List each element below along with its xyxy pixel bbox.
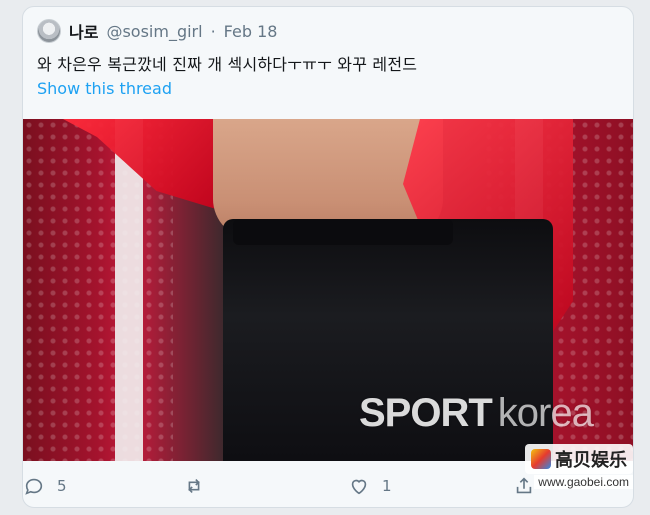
like-count: 1 [382, 477, 392, 495]
author-handle[interactable]: @sosim_girl [106, 22, 202, 41]
watermark-light: korea [497, 391, 594, 435]
like-icon [351, 479, 367, 495]
site-overlay-badge: 高贝娱乐 www.gaobei.com [525, 444, 633, 489]
tweet-media-image[interactable]: SPORT korea [23, 119, 633, 461]
reply-icon [25, 478, 43, 495]
like-button[interactable]: 1 [348, 471, 392, 501]
show-thread-link[interactable]: Show this thread [37, 79, 172, 98]
separator: · [210, 21, 216, 41]
watermark-bold: SPORT [359, 391, 493, 435]
tweet-card[interactable]: 나로 @sosim_girl · Feb 18 와 차은우 복근깠네 진짜 개 … [22, 6, 634, 508]
avatar[interactable] [37, 19, 61, 43]
media-watermark: SPORT korea [359, 391, 594, 436]
reply-count: 5 [57, 477, 67, 495]
badge-logo: 高贝娱乐 [525, 444, 633, 474]
tweet-header: 나로 @sosim_girl · Feb 18 [37, 19, 277, 43]
tweet-date[interactable]: Feb 18 [224, 22, 278, 41]
badge-url: www.gaobei.com [534, 475, 633, 489]
retweet-icon [188, 478, 200, 494]
author-name[interactable]: 나로 [69, 19, 98, 43]
tweet-text: 와 차은우 복근깠네 진짜 개 섹시하다ㅜㅠㅜ 와꾸 레전드 [37, 55, 418, 74]
reply-button[interactable]: 5 [23, 471, 67, 501]
badge-text: 高贝娱乐 [555, 450, 627, 470]
belt [233, 219, 453, 245]
badge-logo-icon [531, 449, 551, 469]
retweet-button[interactable] [183, 471, 217, 501]
